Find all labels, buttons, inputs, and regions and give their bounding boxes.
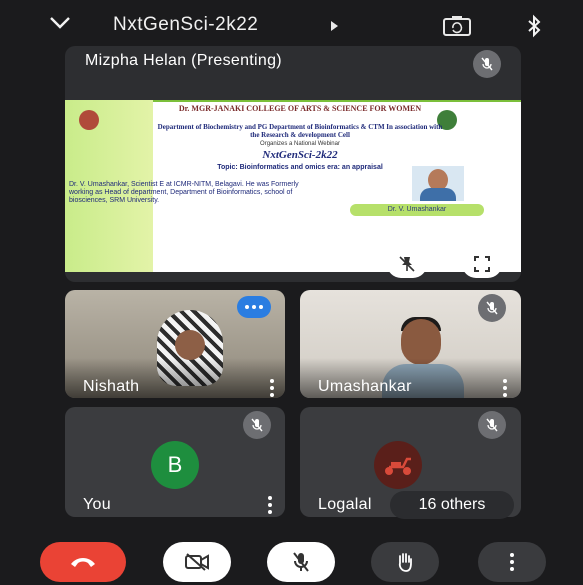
avatar: [374, 441, 422, 489]
camera-off-icon: [185, 553, 209, 571]
participant-name: You: [83, 496, 111, 513]
college-logo-icon: [79, 110, 99, 130]
meeting-title[interactable]: NxtGenSci-2k22: [113, 14, 258, 36]
mic-off-icon: [243, 411, 271, 439]
avatar: B: [151, 441, 199, 489]
participant-tile-you[interactable]: B You: [65, 407, 285, 517]
more-options-button[interactable]: [478, 542, 546, 582]
more-vertical-icon[interactable]: [502, 379, 508, 397]
chevron-down-icon[interactable]: [48, 12, 72, 34]
more-vertical-icon[interactable]: [269, 379, 275, 397]
more-vertical-icon: [509, 553, 515, 571]
participant-tile-umashankar[interactable]: Umashankar: [300, 290, 521, 398]
switch-camera-icon[interactable]: [442, 16, 472, 36]
slide-department: Department of Biochemistry and PG Depart…: [157, 123, 443, 139]
mic-off-icon: [478, 294, 506, 322]
pin-button[interactable]: [387, 250, 427, 278]
fullscreen-button[interactable]: [462, 250, 502, 278]
participant-name: Umashankar: [318, 378, 412, 395]
slide-organises: Organizes a National Webinar: [260, 141, 340, 147]
slide-topic: Topic: Bioinformatics and omics era: an …: [217, 164, 383, 171]
hand-icon: [398, 553, 412, 572]
scooter-icon: [385, 457, 411, 475]
participant-name: Nishath: [83, 378, 140, 395]
mic-off-icon: [473, 50, 501, 78]
slide-speaker-bio: Dr. V. Umashankar, Scientist E at ICMR-N…: [69, 181, 299, 204]
more-options-badge[interactable]: [237, 296, 271, 318]
mic-toggle-button[interactable]: [267, 542, 335, 582]
slide-event: NxtGenSci-2k22: [262, 149, 338, 161]
pin-icon: [399, 256, 415, 272]
mic-off-icon: [293, 552, 309, 572]
fullscreen-icon: [474, 256, 490, 272]
top-bar: NxtGenSci-2k22: [0, 0, 583, 46]
participant-name: Logalal: [318, 496, 372, 513]
presentation-tile[interactable]: Mizpha Helan (Presenting) Dr. MGR-JANAKI…: [65, 46, 521, 282]
slide-speaker-tag: Dr. V. Umashankar: [350, 204, 484, 216]
more-vertical-icon[interactable]: [267, 496, 273, 514]
raise-hand-button[interactable]: [371, 542, 439, 582]
caret-right-icon[interactable]: [331, 21, 338, 31]
slide-college: Dr. MGR-JANAKI COLLEGE OF ARTS & SCIENCE…: [178, 104, 422, 113]
others-count[interactable]: 16 others: [390, 491, 514, 519]
shared-slide: Dr. MGR-JANAKI COLLEGE OF ARTS & SCIENCE…: [65, 100, 521, 272]
presenter-label: Mizpha Helan (Presenting): [85, 52, 282, 69]
end-call-button[interactable]: [40, 542, 126, 582]
speaker-photo: [412, 166, 464, 201]
mic-off-icon: [478, 411, 506, 439]
phone-hangup-icon: [71, 558, 95, 567]
camera-toggle-button[interactable]: [163, 542, 231, 582]
bluetooth-icon: [528, 14, 541, 38]
